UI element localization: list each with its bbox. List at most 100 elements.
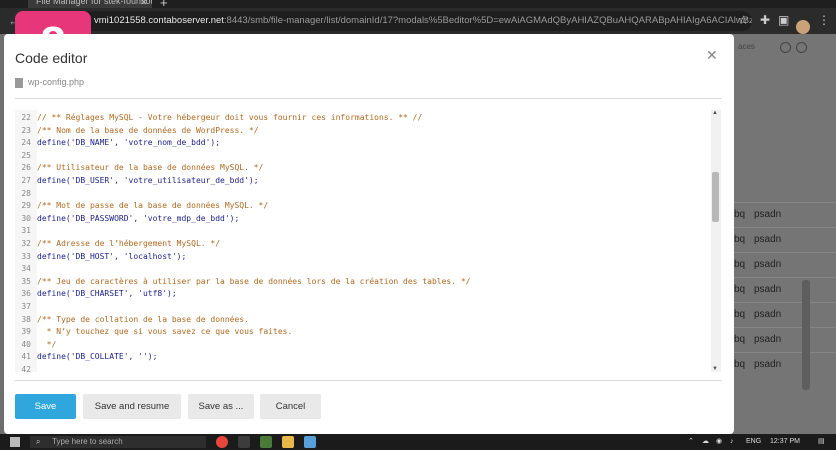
code-text: /** Adresse de l’hébergement MySQL. */	[37, 239, 221, 248]
close-icon[interactable]: ✕	[706, 47, 718, 64]
scroll-down-icon[interactable]: ▼	[712, 366, 718, 372]
url-path: :8443/smb/file-manager/list/domainId/17?…	[223, 15, 752, 26]
background-cell: bq	[734, 309, 746, 320]
code-line: 26 /** Utilisateur de la base de données …	[15, 162, 705, 175]
background-scrollbar	[802, 280, 810, 390]
line-number: 34	[21, 264, 31, 274]
profile-avatar[interactable]	[796, 20, 810, 34]
volume-icon[interactable]: ♪	[730, 436, 734, 448]
background-cell: psadn	[754, 284, 782, 295]
code-line: 31	[15, 225, 705, 238]
background-cell: psadn	[754, 309, 782, 320]
header-divider	[15, 98, 722, 99]
bookmark-star-icon[interactable]: ☆	[738, 13, 749, 27]
code-line: 36 define('DB_CHARSET', 'utf8');	[15, 288, 705, 301]
background-table-row: bq psadn	[734, 327, 836, 352]
background-table-row: bq psadn	[734, 202, 836, 227]
line-number: 28	[21, 188, 31, 198]
background-cell: psadn	[754, 334, 782, 345]
scrollbar-thumb[interactable]	[712, 172, 719, 222]
line-number: 40	[21, 339, 31, 349]
code-line: 23 /** Nom de la base de données de WordP…	[15, 125, 705, 138]
code-line: 25	[15, 150, 705, 163]
code-text: define('DB_HOST', 'localhost');	[37, 251, 187, 261]
browser-tab-strip: File Manager for stek-fourisot... ✕ +	[0, 0, 836, 10]
windows-taskbar: ⌕ Type here to search ⌃ ☁ ◉ ♪ ENG 12:37 …	[0, 434, 836, 450]
code-line: 28	[15, 188, 705, 201]
code-text: define('DB_CHARSET', 'utf8');	[37, 289, 177, 299]
app-icon[interactable]	[260, 436, 272, 448]
cloud-icon[interactable]: ☁	[702, 436, 709, 448]
code-line: 42	[15, 364, 705, 372]
line-number: 41	[21, 352, 31, 362]
line-number: 23	[21, 125, 31, 135]
line-number: 30	[21, 213, 31, 223]
tab-close-icon[interactable]: ✕	[140, 0, 148, 8]
background-table-row: bq psadn	[734, 252, 836, 277]
address-bar[interactable]: vmi1021558.contaboserver.net:8443/smb/fi…	[76, 11, 752, 31]
notification-icon[interactable]: ▤	[818, 436, 825, 448]
save-button[interactable]: Save	[15, 394, 76, 419]
code-text: /** Utilisateur de la base de données My…	[37, 163, 264, 173]
line-number: 27	[21, 176, 31, 185]
clock[interactable]: 12:37 PM	[770, 436, 800, 448]
line-number: 42	[21, 365, 31, 372]
background-table-row: bq psadn	[734, 302, 836, 327]
browser-tab[interactable]: File Manager for stek-fourisot...	[28, 0, 152, 8]
code-line: 35 /** Jeu de caractères à utiliser par l…	[15, 276, 705, 289]
line-number: 36	[21, 289, 31, 299]
background-table-row: bq psadn	[734, 352, 836, 377]
line-number: 26	[21, 163, 31, 173]
code-line: 34	[15, 263, 705, 276]
line-number: 33	[21, 251, 31, 261]
line-number: 39	[21, 327, 31, 337]
line-number: 22	[21, 113, 31, 122]
line-number: 24	[21, 138, 31, 148]
windows-start-icon[interactable]	[10, 437, 20, 447]
code-line: 33 define('DB_HOST', 'localhost');	[15, 251, 705, 264]
language-indicator[interactable]: ENG	[746, 436, 761, 448]
background-cell: bq	[734, 334, 746, 345]
tray-chevron-icon[interactable]: ⌃	[688, 436, 694, 448]
code-line: 27 define('DB_USER', 'votre_utilisateur_d…	[15, 175, 705, 188]
background-cell: psadn	[754, 359, 782, 370]
search-icon: ⌕	[36, 437, 41, 446]
background-cell: bq	[734, 234, 746, 245]
editor-scrollbar[interactable]: ▲ ▼	[711, 110, 721, 372]
network-icon[interactable]: ◉	[716, 436, 722, 448]
cancel-button[interactable]: Cancel	[260, 394, 321, 419]
code-line: 32 /** Adresse de l’hébergement MySQL. */	[15, 238, 705, 251]
background-circle-icon	[780, 42, 791, 53]
taskbar-search[interactable]: ⌕ Type here to search	[30, 436, 206, 448]
code-text: define('DB_NAME', 'votre_nom_de_bdd');	[37, 138, 221, 148]
code-line: 41 define('DB_COLLATE', '');	[15, 351, 705, 364]
scroll-up-icon[interactable]: ▲	[712, 110, 718, 116]
save-as-button[interactable]: Save as ...	[188, 394, 254, 419]
background-cell: psadn	[754, 209, 782, 220]
side-panel-icon[interactable]: ▣	[778, 13, 789, 27]
code-text: /** Mot de passe de la base de données M…	[37, 201, 269, 211]
code-line: 39 * N’y touchez que si vous savez ce qu…	[15, 326, 705, 339]
code-line: 29 /** Mot de passe de la base de données…	[15, 200, 705, 213]
app-icon[interactable]	[238, 436, 250, 448]
line-number: 32	[21, 239, 31, 248]
chrome-icon[interactable]	[216, 436, 228, 448]
menu-kebab-icon[interactable]: ⋮	[818, 13, 830, 27]
line-number: 29	[21, 201, 31, 211]
background-spaces-label: aces	[738, 42, 755, 51]
save-and-resume-button[interactable]: Save and resume	[83, 394, 181, 419]
code-editor[interactable]: 22 // ** Réglages MySQL - Votre hébergeur…	[15, 110, 721, 372]
code-text: define('DB_COLLATE', '');	[37, 352, 158, 362]
file-icon	[15, 77, 23, 88]
line-number: 38	[21, 314, 31, 324]
code-editor-dialog: Code editor ✕ wp-config.php 22 // ** Régl…	[4, 34, 734, 434]
code-text: * N’y touchez que si vous savez ce que v…	[37, 327, 293, 337]
background-cell: bq	[734, 209, 746, 220]
extensions-icon[interactable]: ✚	[760, 13, 770, 27]
app-icon[interactable]	[304, 436, 316, 448]
background-loading-icon	[796, 42, 807, 53]
code-line: 40 */	[15, 339, 705, 352]
folder-icon[interactable]	[282, 436, 294, 448]
code-line: 37	[15, 301, 705, 314]
file-name: wp-config.php	[28, 77, 85, 87]
